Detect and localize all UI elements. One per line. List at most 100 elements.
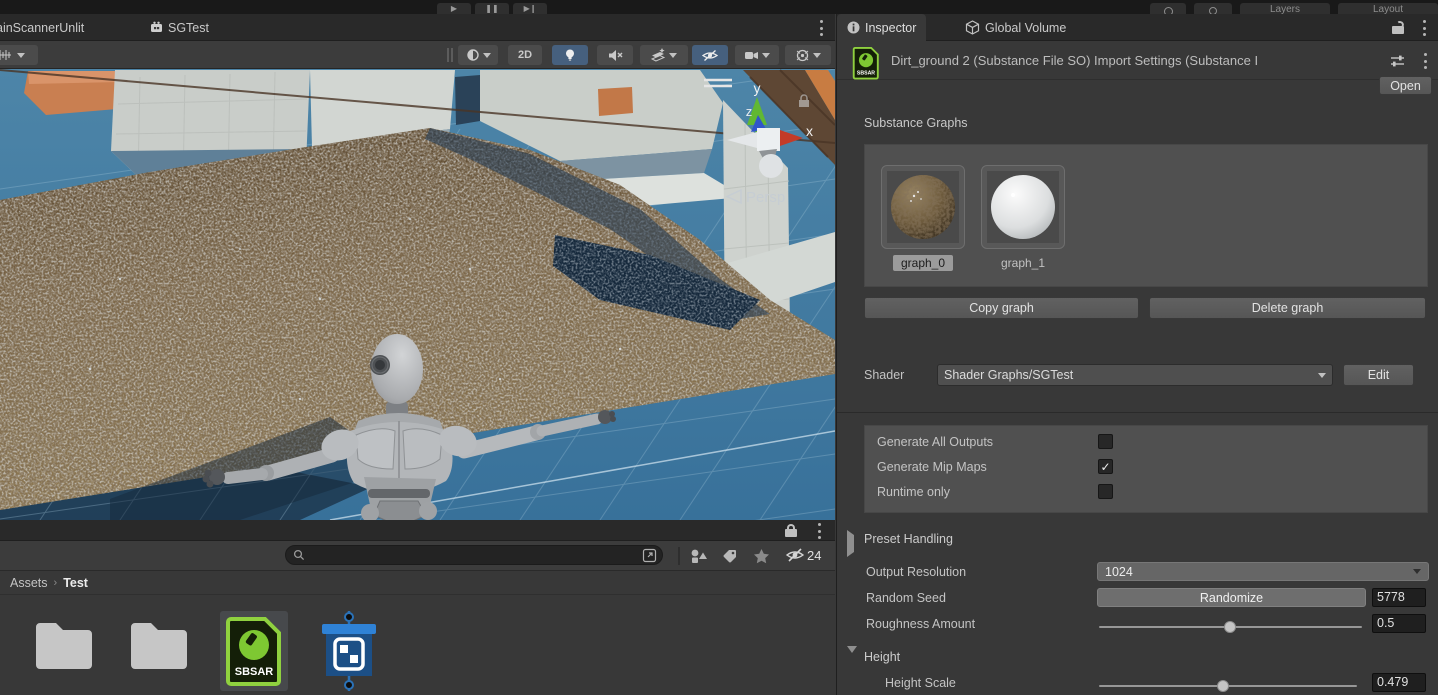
unity-editor-window: ▶ ❚❚ ▶❙ Layers Layout ainScannerUnlit SG… — [0, 0, 1438, 695]
camera-settings-button[interactable] — [735, 45, 779, 65]
height-scale-field[interactable]: 0.479 — [1372, 673, 1426, 692]
graph-1-label[interactable]: graph_1 — [981, 255, 1065, 271]
divider — [837, 412, 1438, 413]
runtime-only-checkbox[interactable] — [1098, 484, 1113, 499]
lock-icon[interactable] — [785, 524, 797, 537]
folder-icon[interactable] — [32, 617, 96, 671]
import-settings-title: Dirt_ground 2 (Substance File SO) Import… — [891, 53, 1369, 68]
pause-button[interactable]: ❚❚ — [475, 3, 509, 14]
sbsar-file-icon: SBSAR — [851, 46, 881, 80]
project-search-field[interactable] — [285, 545, 663, 565]
scene-visibility-toggle[interactable] — [692, 45, 728, 65]
option-label: Generate All Outputs — [877, 435, 993, 449]
shader-dropdown[interactable]: Shader Graphs/SGTest — [937, 364, 1333, 386]
preset-sliders-icon[interactable] — [1390, 54, 1405, 68]
white-sphere-preview — [987, 171, 1059, 243]
project-header-bar — [0, 520, 835, 541]
scene-render: y z x Persp — [0, 69, 835, 520]
search-icon — [1209, 7, 1217, 14]
audio-muted-icon — [608, 49, 623, 62]
breadcrumb-current[interactable]: Test — [63, 576, 88, 590]
inspector-tabbar: Inspector Global Volume — [837, 14, 1438, 41]
inspector-pane: Inspector Global Volume SBSAR Dirt_groun… — [836, 14, 1438, 695]
tool-settings-button[interactable] — [0, 45, 38, 65]
tab-label: SGTest — [168, 21, 209, 35]
search-by-type-icon[interactable] — [690, 548, 708, 564]
preset-handling-foldout[interactable]: Preset Handling — [864, 532, 953, 546]
generate-all-outputs-checkbox[interactable] — [1098, 434, 1113, 449]
audio-toggle-button[interactable] — [597, 45, 633, 65]
hidden-count-indicator[interactable]: 24 — [785, 547, 821, 563]
folder-icon[interactable] — [127, 617, 191, 671]
delete-graph-button[interactable]: Delete graph — [1149, 297, 1426, 319]
breadcrumb-root[interactable]: Assets — [10, 576, 48, 590]
account-button[interactable] — [1150, 3, 1186, 14]
copy-graph-button[interactable]: Copy graph — [864, 297, 1139, 319]
open-button[interactable]: Open — [1379, 76, 1432, 95]
pane-menu-kebab-icon[interactable] — [819, 20, 823, 36]
scene-lighting-toggle[interactable] — [552, 45, 588, 65]
gizmos-button[interactable] — [785, 45, 831, 65]
tab-inspector[interactable]: Inspector — [837, 14, 926, 41]
step-icon: ▶❙ — [524, 4, 537, 13]
height-scale-slider[interactable] — [1099, 685, 1357, 687]
height-scale-slider-handle[interactable] — [1217, 680, 1229, 692]
foldout-arrow-icon[interactable] — [847, 653, 857, 671]
chevron-down-icon — [813, 53, 821, 58]
randomize-button[interactable]: Randomize — [1097, 588, 1366, 607]
graph-1-thumbnail[interactable] — [981, 165, 1065, 249]
lightbulb-icon — [563, 48, 577, 62]
height-section-foldout[interactable]: Height — [864, 650, 900, 664]
tab-terrainscannerunlit[interactable]: ainScannerUnlit — [0, 14, 94, 41]
chevron-down-icon — [483, 53, 491, 58]
search-everywhere-button[interactable] — [1194, 3, 1232, 14]
main-toolbar-strip: ▶ ❚❚ ▶❙ Layers Layout — [0, 0, 1438, 14]
inspector-menu-kebab-icon[interactable] — [1422, 20, 1426, 36]
project-menu-kebab-icon[interactable] — [817, 523, 821, 539]
render-mode-icon — [466, 48, 480, 62]
scene-view-3d[interactable]: y z x Persp — [0, 69, 835, 520]
open-search-window-icon[interactable] — [642, 548, 657, 563]
tag-icon[interactable] — [722, 548, 738, 564]
breadcrumb-separator: › — [54, 577, 58, 589]
star-icon[interactable] — [753, 548, 770, 564]
roughness-slider-handle[interactable] — [1224, 621, 1236, 633]
roughness-slider[interactable] — [1099, 626, 1362, 628]
output-resolution-value: 1024 — [1105, 565, 1133, 579]
graph-0-thumbnail[interactable] — [881, 165, 965, 249]
chevron-down-icon — [1413, 569, 1421, 574]
output-resolution-dropdown[interactable]: 1024 — [1097, 562, 1429, 581]
toolbar-drag-handle[interactable] — [447, 48, 449, 62]
shader-graph-asset-icon[interactable] — [318, 609, 380, 693]
dirt-sphere-preview — [887, 171, 959, 243]
tab-global-volume[interactable]: Global Volume — [955, 14, 1076, 41]
search-icon — [293, 549, 305, 561]
step-button[interactable]: ▶❙ — [513, 3, 547, 14]
random-seed-field[interactable]: 5778 — [1372, 588, 1426, 607]
toolbar-drag-handle[interactable] — [451, 48, 453, 62]
foldout-arrow-icon[interactable] — [847, 535, 854, 553]
gizmo-center-cube[interactable] — [757, 128, 780, 151]
option-label: Generate Mip Maps — [877, 460, 987, 474]
draw-mode-button[interactable] — [458, 45, 498, 65]
2d-toggle-button[interactable]: 2D — [508, 45, 542, 65]
tab-label: ainScannerUnlit — [0, 21, 84, 35]
play-button[interactable]: ▶ — [437, 3, 471, 14]
layout-dropdown[interactable]: Layout — [1338, 3, 1438, 14]
gizmo-front-sphere[interactable] — [759, 154, 783, 178]
gizmo-icon — [795, 48, 810, 63]
tab-sgtest[interactable]: SGTest — [140, 14, 219, 41]
generate-mip-maps-checkbox[interactable]: ✓ — [1098, 459, 1113, 474]
graph-0-label[interactable]: graph_0 — [881, 255, 965, 271]
inspector-lock-icon[interactable] — [1392, 21, 1404, 34]
effects-toggle-button[interactable] — [640, 45, 688, 65]
header-kebab-icon[interactable] — [1423, 53, 1427, 69]
edit-shader-button[interactable]: Edit — [1343, 364, 1414, 386]
layers-label: Layers — [1270, 4, 1300, 14]
account-icon — [1164, 7, 1173, 14]
search-input[interactable] — [305, 548, 642, 562]
roughness-amount-field[interactable]: 0.5 — [1372, 614, 1426, 633]
layers-dropdown[interactable]: Layers — [1240, 3, 1330, 14]
effects-icon — [651, 48, 666, 62]
asset-sbsar-selected-tile[interactable]: SBSAR — [220, 611, 288, 691]
